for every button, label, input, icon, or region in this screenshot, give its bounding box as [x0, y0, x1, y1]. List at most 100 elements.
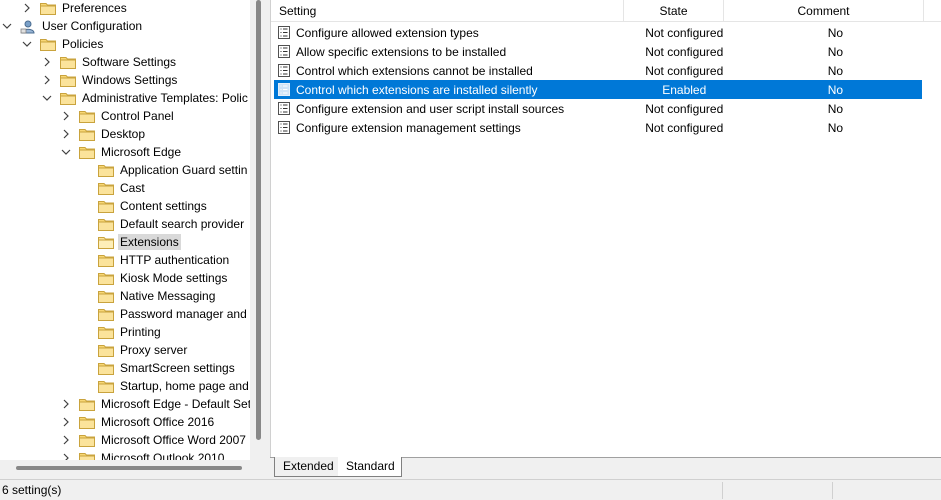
policy-setting-icon: [278, 83, 290, 96]
tree-item-label: Extensions: [118, 234, 181, 250]
tree-item[interactable]: Software Settings: [41, 53, 178, 71]
tree-item-label: Microsoft Office Word 2007: [101, 433, 246, 447]
chevron-right-icon[interactable]: [41, 74, 53, 86]
tree-horizontal-scroll-thumb[interactable]: [16, 466, 242, 470]
tree-item[interactable]: Password manager and p: [79, 305, 250, 323]
tree-item[interactable]: Microsoft Edge: [60, 143, 183, 161]
tree-item-label: Proxy server: [120, 343, 188, 357]
chevron-down-icon[interactable]: [60, 146, 72, 158]
table-row[interactable]: Control which extensions cannot be insta…: [274, 61, 922, 80]
tree-item[interactable]: Kiosk Mode settings: [79, 269, 229, 287]
tree-item-label: Microsoft Edge: [101, 145, 182, 159]
tree-item-label: Kiosk Mode settings: [120, 271, 228, 285]
table-row[interactable]: Configure extension management settings N…: [274, 118, 922, 137]
chevron-right-icon[interactable]: [60, 452, 72, 460]
tree-item[interactable]: Administrative Templates: Polic: [41, 89, 250, 107]
tab-extended[interactable]: Extended: [274, 457, 338, 477]
chevron-right-icon[interactable]: [21, 2, 33, 14]
tree-item[interactable]: Printing: [79, 323, 163, 341]
chevron-right-icon[interactable]: [41, 56, 53, 68]
tree-item[interactable]: Preferences: [21, 0, 129, 17]
tree-item[interactable]: Windows Settings: [41, 71, 179, 89]
tree-item-label: Content settings: [120, 199, 207, 213]
policy-setting-icon: [278, 121, 290, 134]
tree-item[interactable]: Application Guard settin: [79, 161, 249, 179]
user-config-icon: [20, 20, 36, 33]
table-row[interactable]: Control which extensions are installed s…: [274, 80, 922, 99]
table-row[interactable]: Allow specific extensions to be installe…: [274, 42, 922, 61]
tree-item[interactable]: Microsoft Office Word 2007: [60, 431, 248, 449]
tree-item-label: Password manager and p: [120, 307, 250, 321]
tree-item[interactable]: SmartScreen settings: [79, 359, 237, 377]
tree-vertical-scrollbar[interactable]: [250, 0, 267, 460]
setting-name: Configure allowed extension types: [296, 25, 479, 40]
chevron-right-icon[interactable]: [60, 434, 72, 446]
folder-icon: [98, 272, 114, 285]
tree-item[interactable]: Microsoft Edge - Default Set: [60, 395, 250, 413]
setting-state: Enabled: [662, 82, 707, 97]
chevron-right-icon[interactable]: [60, 128, 72, 140]
tree-vertical-scroll-thumb[interactable]: [256, 0, 261, 440]
tree-item-label: Software Settings: [82, 55, 177, 69]
folder-open-icon: [98, 236, 114, 249]
chevron-right-icon[interactable]: [60, 110, 72, 122]
chevron-down-icon[interactable]: [41, 92, 53, 104]
column-header-setting[interactable]: Setting: [279, 0, 624, 22]
folder-icon: [40, 38, 56, 51]
tree-item[interactable]: Control Panel: [60, 107, 176, 125]
tree-item[interactable]: HTTP authentication: [79, 251, 231, 269]
chevron-down-icon[interactable]: [21, 38, 33, 50]
folder-icon: [79, 416, 95, 429]
tree-item-label: Startup, home page and: [120, 379, 249, 393]
tree-item-label: Microsoft Outlook 2010: [101, 451, 225, 460]
tree-pane: Preferences User Configuration Policies Sof…: [0, 0, 250, 460]
column-header-state[interactable]: State: [624, 0, 724, 22]
tab-standard[interactable]: Standard: [338, 457, 402, 477]
chevron-down-icon[interactable]: [1, 20, 13, 32]
policy-setting-icon: [278, 26, 290, 39]
folder-icon: [98, 254, 114, 267]
table-row[interactable]: Configure extension and user script inst…: [274, 99, 922, 118]
setting-name: Allow specific extensions to be installe…: [296, 44, 507, 59]
setting-name: Control which extensions are installed s…: [296, 82, 538, 97]
tree-item[interactable]: Cast: [79, 179, 147, 197]
tree-item[interactable]: User Configuration: [1, 17, 144, 35]
column-header-comment[interactable]: Comment: [724, 0, 924, 22]
tree-item[interactable]: Native Messaging: [79, 287, 217, 305]
folder-icon: [60, 56, 76, 69]
folder-icon: [98, 380, 114, 393]
tree-horizontal-scrollbar[interactable]: [0, 460, 267, 476]
tree-item[interactable]: Policies: [21, 35, 105, 53]
status-divider: [832, 482, 833, 499]
chevron-right-icon[interactable]: [60, 398, 72, 410]
policy-setting-icon: [278, 45, 290, 58]
folder-icon: [79, 110, 95, 123]
tree-item[interactable]: Extensions: [79, 233, 181, 251]
folder-icon: [60, 92, 76, 105]
tree-item[interactable]: Default search provider: [79, 215, 246, 233]
tree-item[interactable]: Startup, home page and: [79, 377, 250, 395]
folder-icon: [79, 146, 95, 159]
policy-setting-icon: [278, 64, 290, 77]
setting-name: Configure extension management settings: [296, 120, 521, 135]
folder-icon: [79, 434, 95, 447]
chevron-right-icon[interactable]: [60, 416, 72, 428]
tree-item[interactable]: Microsoft Outlook 2010: [60, 449, 226, 460]
folder-icon: [40, 2, 56, 15]
tree-item[interactable]: Microsoft Office 2016: [60, 413, 216, 431]
setting-comment: No: [827, 82, 844, 97]
tree-item-label: Microsoft Office 2016: [101, 415, 215, 429]
tree-item[interactable]: Proxy server: [79, 341, 189, 359]
table-row[interactable]: Configure allowed extension types Not con…: [274, 23, 922, 42]
tree-item[interactable]: Desktop: [60, 125, 147, 143]
tree-item[interactable]: Content settings: [79, 197, 209, 215]
setting-name: Configure extension and user script inst…: [296, 101, 565, 116]
policy-setting-icon: [278, 102, 290, 115]
